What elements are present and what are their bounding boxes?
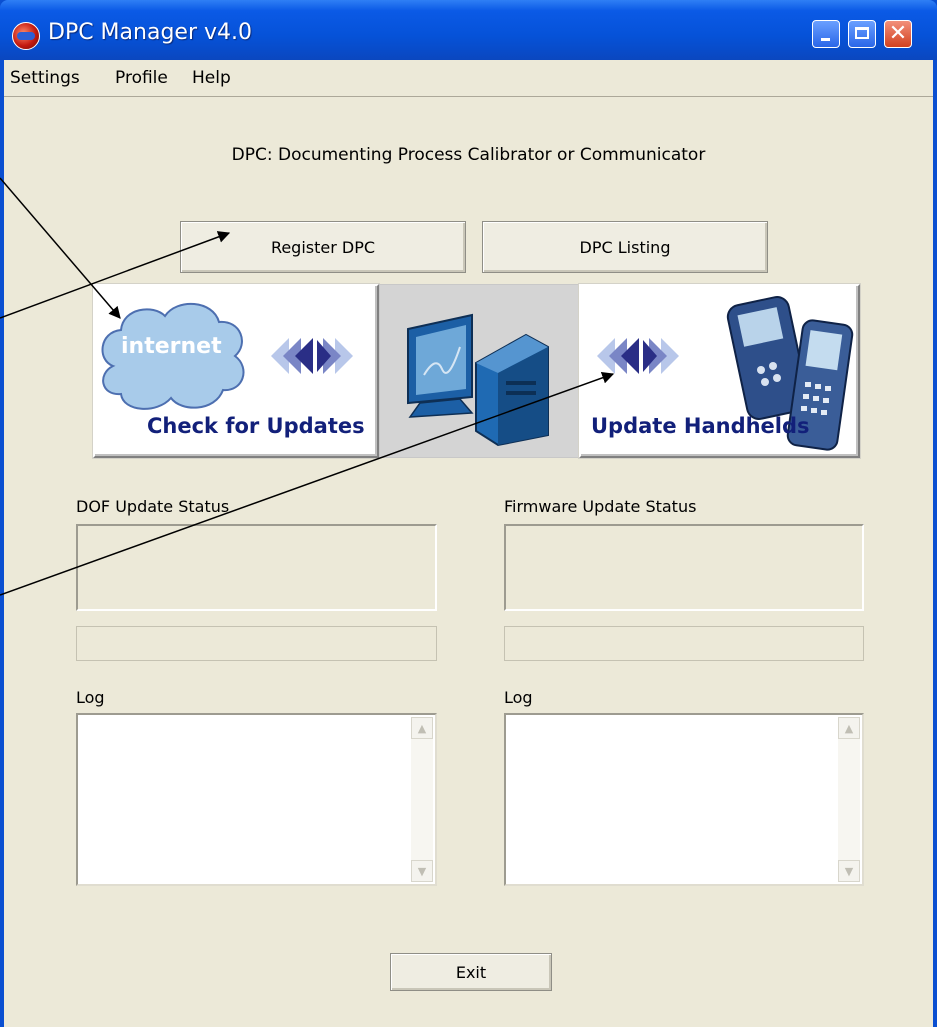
computer-graphic bbox=[379, 284, 579, 458]
window-title: DPC Manager v4.0 bbox=[48, 20, 252, 45]
firmware-log-textarea[interactable]: ▲ ▼ bbox=[504, 713, 864, 886]
scroll-up-icon[interactable]: ▲ bbox=[838, 717, 860, 739]
scroll-up-icon[interactable]: ▲ bbox=[411, 717, 433, 739]
page-subtitle: DPC: Documenting Process Calibrator or C… bbox=[231, 145, 706, 165]
menu-settings[interactable]: Settings bbox=[10, 68, 80, 88]
scroll-down-icon[interactable]: ▼ bbox=[838, 860, 860, 882]
update-handhelds-label: Update Handhelds bbox=[591, 414, 810, 438]
firmware-status-label: Firmware Update Status bbox=[504, 497, 697, 516]
dof-progress-bar bbox=[76, 626, 437, 661]
close-button[interactable]: ✕ bbox=[884, 20, 912, 48]
dof-log-textarea[interactable]: ▲ ▼ bbox=[76, 713, 437, 886]
exit-button[interactable]: Exit bbox=[390, 953, 552, 991]
arrows-icon bbox=[271, 338, 353, 374]
maximize-button[interactable] bbox=[848, 20, 876, 48]
scroll-down-icon[interactable]: ▼ bbox=[411, 860, 433, 882]
firmware-status-box bbox=[504, 524, 864, 611]
menu-help[interactable]: Help bbox=[192, 68, 231, 88]
menu-bar: Settings Profile Help bbox=[4, 60, 933, 97]
dpc-listing-button[interactable]: DPC Listing bbox=[482, 221, 768, 273]
dialog-client-area: Settings Profile Help DPC: Documenting P… bbox=[4, 60, 933, 1027]
register-dpc-button[interactable]: Register DPC bbox=[180, 221, 466, 273]
cloud-text: internet bbox=[121, 334, 222, 359]
title-bar[interactable]: DPC Manager v4.0 ✕ bbox=[0, 0, 937, 60]
app-window: DPC Manager v4.0 ✕ Settings Profile Help… bbox=[0, 0, 937, 1027]
right-log-label: Log bbox=[504, 688, 533, 707]
update-handhelds-button[interactable]: Update Handhelds bbox=[579, 284, 860, 458]
app-globe-icon[interactable] bbox=[12, 22, 40, 50]
check-for-updates-button[interactable]: internet Check for Updates bbox=[93, 284, 379, 458]
minimize-icon bbox=[821, 38, 830, 41]
check-for-updates-label: Check for Updates bbox=[147, 414, 365, 438]
left-log-label: Log bbox=[76, 688, 105, 707]
log-scrollbar[interactable]: ▲ ▼ bbox=[411, 717, 433, 882]
computer-icon bbox=[407, 313, 549, 447]
update-graphic-panel: internet Check for Updates Update Handhe… bbox=[93, 284, 860, 458]
arrows-icon bbox=[597, 338, 679, 374]
dof-status-box bbox=[76, 524, 437, 611]
log-scrollbar[interactable]: ▲ ▼ bbox=[838, 717, 860, 882]
menu-profile[interactable]: Profile bbox=[115, 68, 168, 88]
firmware-progress-bar bbox=[504, 626, 864, 661]
close-icon: ✕ bbox=[888, 21, 908, 46]
maximize-icon bbox=[855, 27, 869, 39]
minimize-button[interactable] bbox=[812, 20, 840, 48]
dof-status-label: DOF Update Status bbox=[76, 497, 230, 516]
